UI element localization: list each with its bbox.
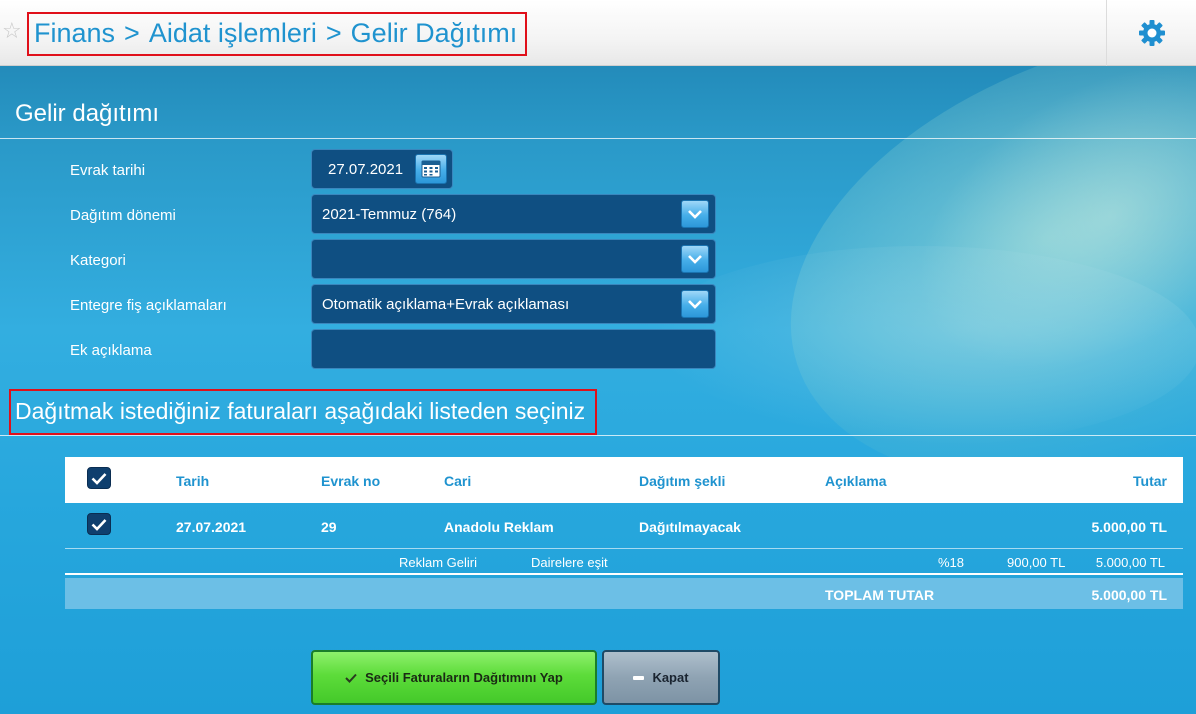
ek-aciklama-input[interactable]: [311, 329, 716, 369]
breadcrumb-separator: >: [325, 18, 342, 48]
dagitim-donemi-label: Dağıtım dönemi: [70, 207, 176, 224]
apply-distribution-label: Seçili Faturaların Dağıtımını Yap: [365, 670, 563, 685]
evrak-tarihi-field[interactable]: 27.07.2021: [311, 149, 453, 189]
check-icon: [345, 673, 357, 683]
total-value: 5.000,00 TL: [1091, 587, 1168, 603]
kategori-dropdown-button[interactable]: [681, 245, 709, 273]
breadcrumb-item-aidat[interactable]: Aidat işlemleri: [149, 18, 317, 49]
col-header-tutar[interactable]: Tutar: [1133, 473, 1167, 489]
table-header: Tarih Evrak no Cari Dağıtım şekli Açıkla…: [65, 457, 1183, 503]
dagitim-donemi-value: 2021-Temmuz (764): [322, 205, 457, 223]
close-label: Kapat: [652, 670, 689, 685]
gear-icon: [1138, 20, 1165, 46]
settings-button[interactable]: [1106, 0, 1196, 66]
chevron-down-icon: [688, 300, 702, 309]
col-header-tarih[interactable]: Tarih: [176, 473, 209, 489]
entegre-fis-label: Entegre fiş açıklamaları: [70, 297, 227, 314]
table-row[interactable]: 27.07.2021 29 Anadolu Reklam Dağıtılmaya…: [65, 503, 1183, 549]
cell-tarih: 27.07.2021: [176, 519, 247, 535]
kategori-label: Kategori: [70, 252, 126, 269]
close-button[interactable]: Kapat: [602, 650, 720, 705]
entegre-fis-select[interactable]: Otomatik açıklama+Evrak açıklaması: [311, 284, 716, 324]
breadcrumb-item-finans[interactable]: Finans: [34, 18, 115, 49]
entegre-fis-dropdown-button[interactable]: [681, 290, 709, 318]
table-detail-row: Reklam Geliri Dairelere eşit %18 900,00 …: [65, 549, 1183, 575]
select-all-checkbox[interactable]: [87, 467, 111, 489]
breadcrumb-separator: >: [124, 18, 140, 48]
detail-dagitim: Dairelere eşit: [531, 555, 608, 570]
detail-gelir: Reklam Geliri: [399, 555, 478, 570]
detail-tutar: 5.000,00 TL: [1095, 555, 1165, 570]
chevron-down-icon: [688, 210, 702, 219]
col-header-dagitim-sekli[interactable]: Dağıtım şekli: [639, 473, 725, 489]
cell-evrak-no: 29: [321, 519, 337, 535]
check-icon: [91, 472, 107, 485]
row-checkbox[interactable]: [87, 513, 111, 535]
total-label: TOPLAM TUTAR: [825, 587, 935, 603]
entegre-fis-value: Otomatik açıklama+Evrak açıklaması: [322, 295, 570, 313]
dagitim-donemi-dropdown-button[interactable]: [681, 200, 709, 228]
favorite-star-icon[interactable]: ☆: [2, 20, 22, 42]
cell-tutar: 5.000,00 TL: [1091, 519, 1168, 535]
calendar-button[interactable]: [415, 154, 447, 184]
breadcrumb-item-current: Gelir Dağıtımı: [350, 18, 518, 48]
detail-kdv-tutar: 900,00 TL: [1007, 555, 1066, 570]
evrak-tarihi-label: Evrak tarihi: [70, 162, 146, 179]
section-divider: [0, 435, 1196, 436]
section-divider: [0, 138, 1196, 139]
apply-distribution-button[interactable]: Seçili Faturaların Dağıtımını Yap: [311, 650, 597, 705]
breadcrumb: Finans > Aidat işlemleri > Gelir Dağıtımı: [27, 12, 528, 56]
col-header-cari[interactable]: Cari: [444, 473, 471, 489]
check-icon: [91, 518, 107, 531]
col-header-evrak-no[interactable]: Evrak no: [321, 473, 380, 489]
calendar-icon: [421, 160, 441, 178]
top-bar: ☆ Finans > Aidat işlemleri > Gelir Dağıtımı: [0, 0, 1196, 66]
cell-cari: Anadolu Reklam: [444, 519, 554, 535]
section-title-gelir-dagitimi: Gelir dağıtımı: [15, 100, 160, 127]
chevron-down-icon: [688, 255, 702, 264]
dagitim-donemi-select[interactable]: 2021-Temmuz (764): [311, 194, 716, 234]
cell-dagitim-sekli: Dağıtılmayacak: [639, 519, 741, 535]
section-title-fatura-secimi: Dağıtmak istediğiniz faturaları aşağıdak…: [15, 398, 586, 424]
table-total-row: TOPLAM TUTAR 5.000,00 TL: [65, 578, 1183, 609]
detail-kdv-rate: %18: [938, 555, 965, 570]
ek-aciklama-label: Ek açıklama: [70, 342, 152, 359]
minus-icon: [633, 675, 645, 680]
col-header-aciklama[interactable]: Açıklama: [825, 473, 886, 489]
kategori-select[interactable]: [311, 239, 716, 279]
